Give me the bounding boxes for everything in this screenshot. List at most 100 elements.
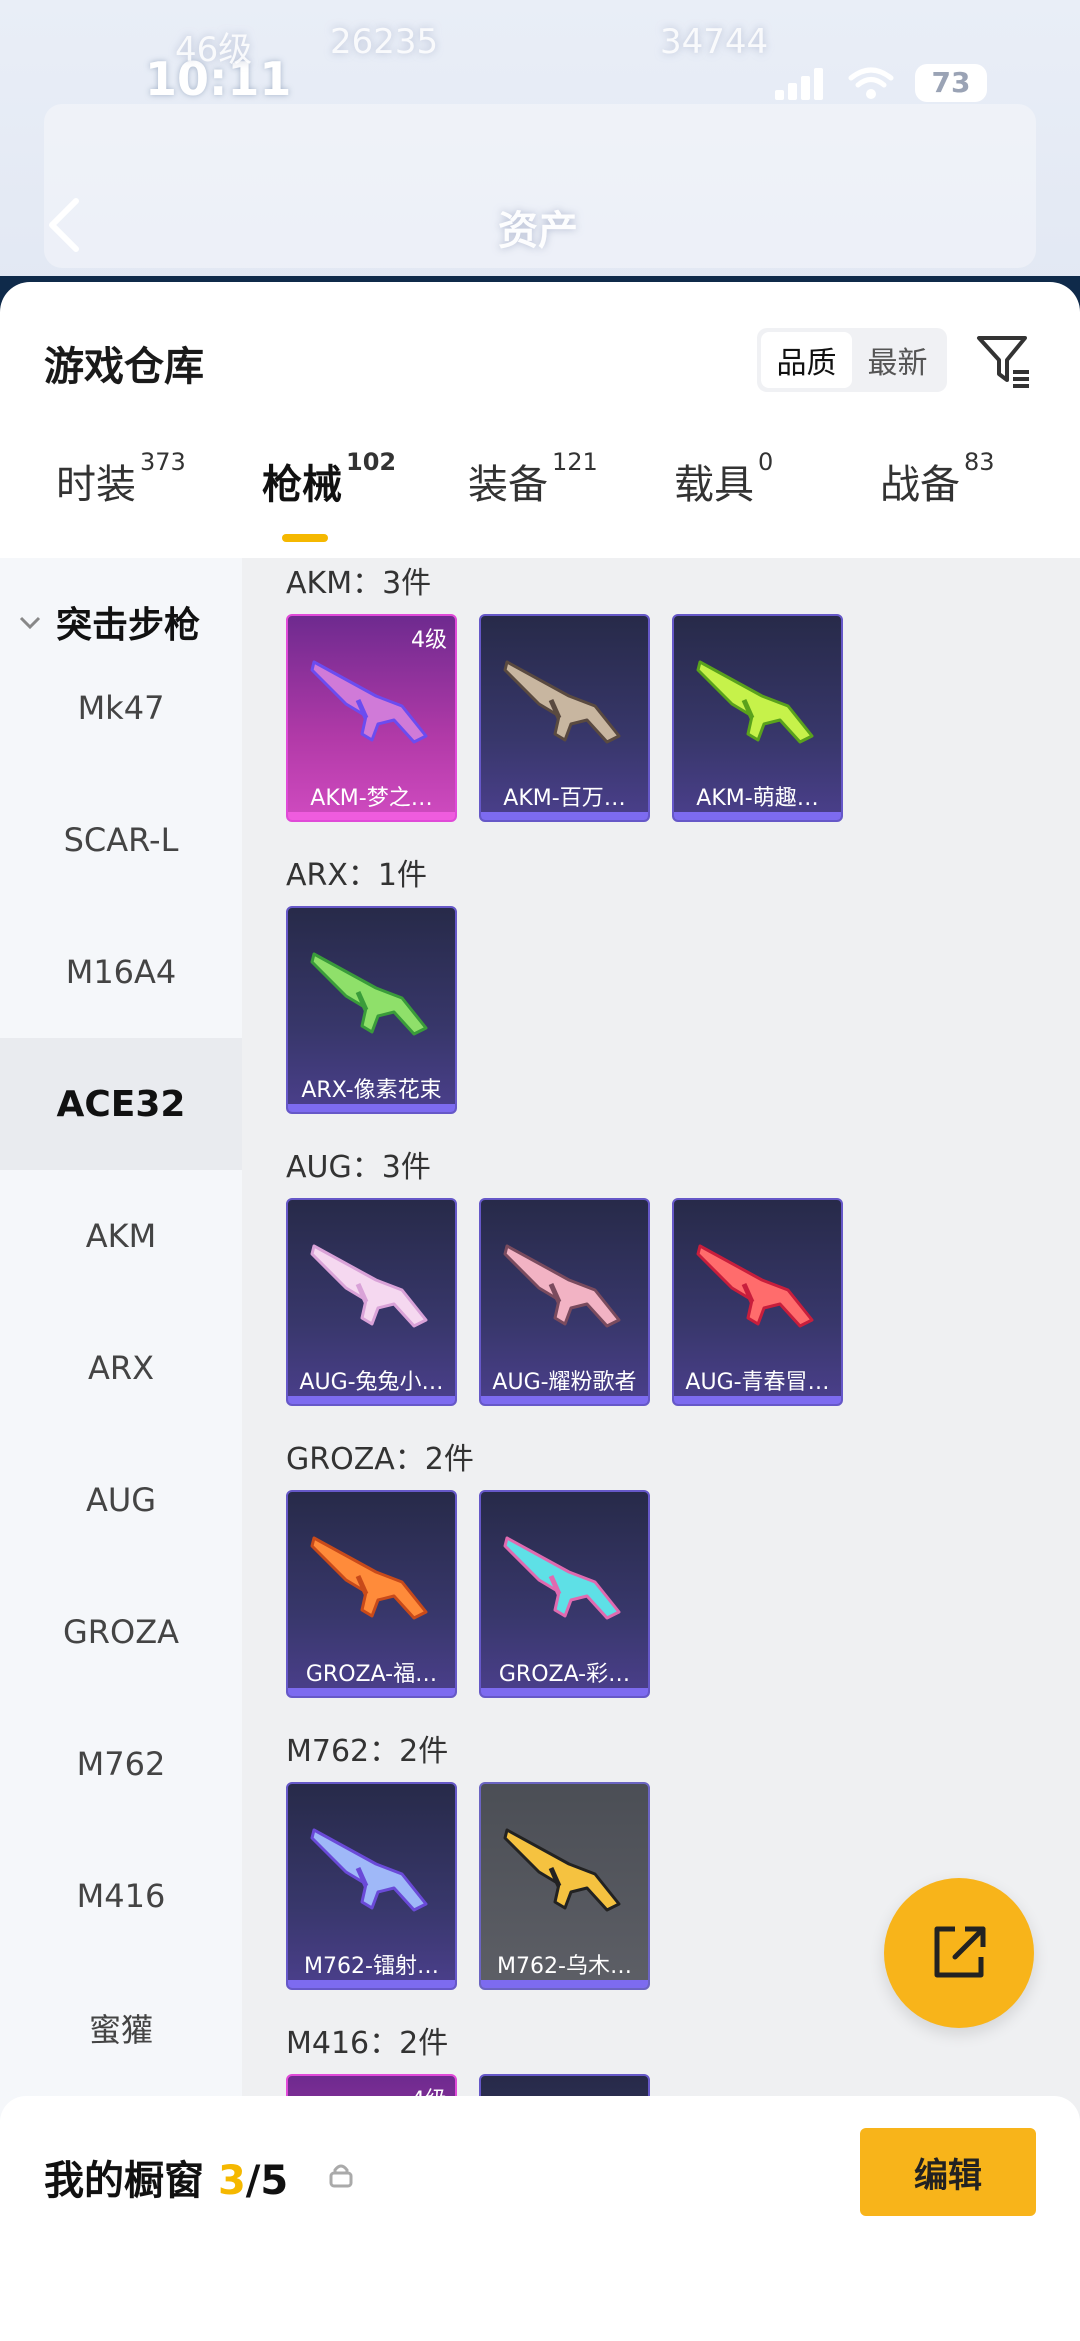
weapon-sidebar: 突击步枪 Mk47 SCAR-L M16A4 ACE32 AKM ARX AUG GROZA M…	[0, 558, 242, 2341]
weapon-skin-card[interactable]: AUG-青春冒…	[672, 1198, 843, 1406]
tab-firearms[interactable]: 枪械102	[262, 448, 396, 510]
rarity-bar	[288, 1980, 455, 1988]
group-title: AKM：3件	[286, 566, 432, 601]
sidebar-item[interactable]: GROZA	[0, 1566, 242, 1698]
sidebar-item[interactable]: AUG	[0, 1434, 242, 1566]
rifle-icon	[503, 1828, 621, 1912]
filter-icon[interactable]	[975, 332, 1033, 390]
skin-name: AUG-青春冒…	[685, 1370, 830, 1395]
edit-button[interactable]: 编辑	[860, 2128, 1036, 2216]
skin-name: GROZA-福…	[305, 1662, 438, 1687]
weapon-skin-card[interactable]: GROZA-彩…	[479, 1490, 650, 1698]
tab-count: 373	[140, 447, 186, 476]
tab-count: 121	[552, 447, 598, 476]
weapon-skin-card[interactable]: AUG-耀粉歌者	[479, 1198, 650, 1406]
weapon-skin-card[interactable]: ARX-像素花束	[286, 906, 457, 1114]
sort-toggle: 品质 最新	[757, 328, 947, 392]
wifi-icon	[848, 67, 894, 99]
tab-vehicles[interactable]: 载具0	[674, 448, 773, 510]
rifle-icon	[310, 1828, 428, 1912]
rarity-bar	[288, 1688, 455, 1696]
showcase-title: 我的橱窗 3/5	[44, 2158, 289, 2204]
skin-name: M762-乌木…	[497, 1954, 632, 1979]
share-icon	[934, 1926, 986, 1978]
rifle-icon	[503, 660, 621, 744]
group-title: M416：2件	[286, 2026, 449, 2061]
skin-name: AKM-梦之…	[310, 786, 433, 811]
sidebar-item[interactable]: M762	[0, 1698, 242, 1830]
back-icon[interactable]	[44, 195, 84, 255]
sidebar-item[interactable]: ARX	[0, 1302, 242, 1434]
weapon-skin-card[interactable]: GROZA-福…	[286, 1490, 457, 1698]
rifle-icon	[310, 660, 428, 744]
sidebar-category-header[interactable]: 突击步枪	[18, 596, 200, 648]
signal-icon	[775, 68, 825, 100]
weapon-skin-card[interactable]: M762-镭射…	[286, 1782, 457, 1990]
share-button[interactable]	[884, 1878, 1034, 2028]
skin-name: AKM-萌趣…	[696, 786, 819, 811]
showcase-current-count: 3	[217, 2158, 246, 2204]
lock-icon	[329, 2164, 353, 2188]
rarity-bar	[481, 812, 648, 820]
group-title: GROZA：2件	[286, 1442, 474, 1477]
tab-count: 83	[964, 447, 995, 476]
tab-count: 0	[758, 447, 774, 476]
rarity-bar	[674, 812, 841, 820]
category-tabs: 时装373 枪械102 装备121 载具0 战备83	[0, 422, 1080, 522]
rifle-icon	[310, 952, 428, 1036]
points-text: 26235	[330, 22, 439, 62]
rarity-bar	[481, 1396, 648, 1404]
sort-newest-button[interactable]: 最新	[852, 332, 943, 388]
sidebar-item[interactable]: ACE32	[0, 1038, 242, 1170]
skin-name: AUG-兔兔小…	[299, 1370, 444, 1395]
sort-quality-button[interactable]: 品质	[761, 332, 852, 388]
showcase-total-count: /5	[245, 2158, 289, 2204]
skin-name: M762-镭射…	[304, 1954, 439, 1979]
rarity-bar	[674, 1396, 841, 1404]
sidebar-item[interactable]: M416	[0, 1830, 242, 1962]
rarity-bar	[288, 1396, 455, 1404]
rifle-icon	[696, 660, 814, 744]
group-title: AUG：3件	[286, 1150, 431, 1185]
group-title: M762：2件	[286, 1734, 449, 1769]
weapon-skin-card[interactable]: AKM-百万…	[479, 614, 650, 822]
skin-name: AKM-百万…	[503, 786, 626, 811]
active-tab-indicator	[282, 534, 328, 542]
weapon-skin-card[interactable]: 4级 AKM-梦之…	[286, 614, 457, 822]
page-title: 资产	[498, 208, 578, 254]
weapon-skin-card[interactable]: AUG-兔兔小…	[286, 1198, 457, 1406]
showcase-bar: 我的橱窗 3/5 编辑	[0, 2096, 1080, 2341]
sidebar-item[interactable]: SCAR-L	[0, 774, 242, 906]
sidebar-item[interactable]: 蜜獾	[0, 1962, 242, 2094]
weapon-skin-card[interactable]: M762-乌木…	[479, 1782, 650, 1990]
weapon-grid: AKM：3件 4级 AKM-梦之… AKM-百万… AKM-萌趣… ARX：1件 ARX-像…	[242, 558, 1080, 2341]
tab-supplies[interactable]: 战备83	[880, 448, 995, 510]
rifle-icon	[503, 1244, 621, 1328]
battery-indicator: 73	[915, 64, 987, 102]
skin-name: ARX-像素花束	[301, 1078, 442, 1103]
rifle-icon	[310, 1536, 428, 1620]
skin-name: GROZA-彩…	[498, 1662, 631, 1687]
chevron-down-icon	[19, 616, 41, 630]
sidebar-item[interactable]: M16A4	[0, 906, 242, 1038]
coins-text: 34744	[660, 22, 769, 62]
skin-name: AUG-耀粉歌者	[492, 1370, 637, 1395]
tab-fashion[interactable]: 时装373	[56, 448, 186, 510]
level-badge: 4级	[411, 628, 447, 653]
rarity-bar	[288, 1104, 455, 1112]
rarity-bar	[481, 1980, 648, 1988]
rifle-icon	[503, 1536, 621, 1620]
status-bar: 10:11 46级 26235 34744 73	[0, 22, 1080, 106]
level-text: 46级	[175, 30, 253, 70]
rifle-icon	[696, 1244, 814, 1328]
warehouse-sheet: 游戏仓库 品质 最新 时装373 枪械102 装备121 载具0 战备83 突击…	[0, 282, 1080, 2341]
sheet-title: 游戏仓库	[44, 344, 204, 390]
rifle-icon	[310, 1244, 428, 1328]
sidebar-item[interactable]: AKM	[0, 1170, 242, 1302]
tab-equipment[interactable]: 装备121	[468, 448, 598, 510]
weapon-skin-card[interactable]: AKM-萌趣…	[672, 614, 843, 822]
rarity-bar	[288, 812, 455, 820]
rarity-bar	[481, 1688, 648, 1696]
sidebar-item[interactable]: Mk47	[0, 642, 242, 774]
group-title: ARX：1件	[286, 858, 428, 893]
